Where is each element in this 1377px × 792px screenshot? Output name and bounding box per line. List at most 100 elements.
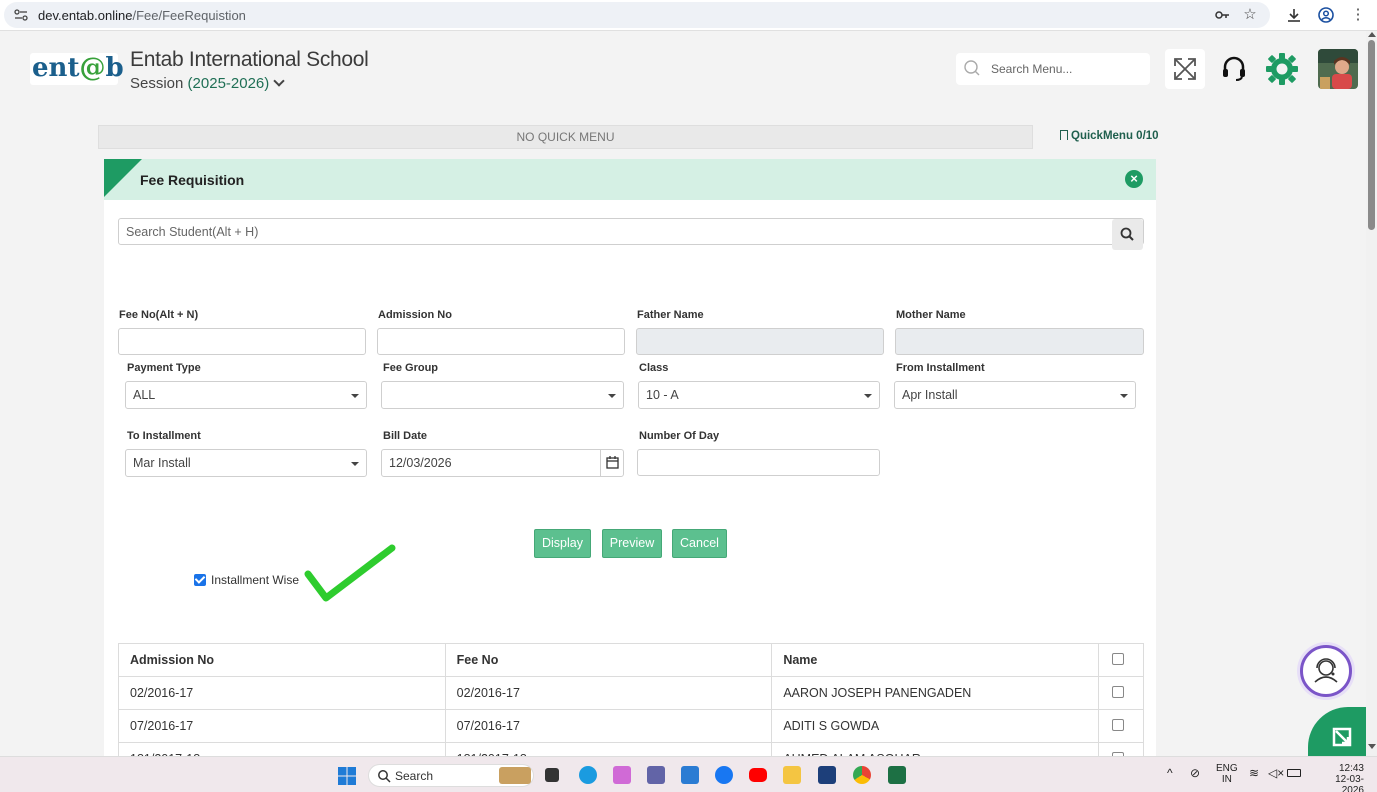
download-icon[interactable] xyxy=(1286,7,1302,23)
profile-icon[interactable] xyxy=(1318,7,1334,23)
session-selector[interactable]: Session (2025-2026) xyxy=(130,75,285,92)
col-name: Name xyxy=(771,643,1099,677)
from-installment-select[interactable]: Apr Install xyxy=(894,381,1136,409)
user-avatar[interactable] xyxy=(1318,49,1358,89)
checkbox-checked-icon xyxy=(194,574,206,586)
search-menu-input[interactable]: Search Menu... xyxy=(956,53,1150,85)
help-assistant-button[interactable] xyxy=(1300,645,1352,697)
settings-button[interactable] xyxy=(1262,49,1302,89)
url-text: dev.entab.online/Fee/FeeRequistion xyxy=(38,8,246,23)
father-name-label: Father Name xyxy=(637,309,704,321)
cell-name: ADITI S GOWDA xyxy=(771,709,1099,743)
scroll-down-arrow[interactable] xyxy=(1368,744,1376,749)
search-icon xyxy=(378,770,391,783)
table-row[interactable]: 07/2016-17 07/2016-17 ADITI S GOWDA xyxy=(118,709,1144,743)
scroll-up-arrow[interactable] xyxy=(1368,32,1376,37)
student-search-input[interactable]: Search Student(Alt + H) xyxy=(118,218,1144,250)
fee-group-select[interactable] xyxy=(381,381,624,409)
payment-type-select[interactable]: ALL xyxy=(125,381,367,409)
search-icon xyxy=(964,60,980,76)
session-year: (2025-2026) xyxy=(187,75,270,92)
logo-text: ent xyxy=(32,53,80,83)
cell-fee-no: 02/2016-17 xyxy=(444,676,773,710)
select-all-checkbox[interactable] xyxy=(1112,652,1124,665)
cell-admission-no: 07/2016-17 xyxy=(118,709,446,743)
app-icon[interactable] xyxy=(818,766,836,784)
bookmark-icon xyxy=(1060,130,1068,140)
number-of-day-label: Number Of Day xyxy=(639,430,720,442)
cell-name: AHMED ALAM ASGHAR xyxy=(771,742,1099,756)
number-of-day-field[interactable] xyxy=(637,449,880,476)
browser-toolbar: dev.entab.online/Fee/FeeRequistion ☆ ⋮ xyxy=(0,0,1377,31)
preview-button[interactable]: Preview xyxy=(602,529,662,558)
browser-menu-icon[interactable]: ⋮ xyxy=(1350,7,1366,23)
task-view-icon[interactable] xyxy=(545,768,559,782)
table-row[interactable]: 02/2016-17 02/2016-17 AARON JOSEPH PANEN… xyxy=(118,676,1144,710)
school-logo[interactable]: ent@b xyxy=(30,53,124,85)
cancel-button[interactable]: Cancel xyxy=(672,529,727,558)
youtube-icon[interactable] xyxy=(749,768,767,782)
bill-date-value: 12/03/2026 xyxy=(389,456,452,470)
app-header: ent@b Entab International School Session… xyxy=(0,31,1366,111)
key-icon[interactable] xyxy=(1214,7,1230,23)
quickmenu-link[interactable]: QuickMenu 0/10 xyxy=(1060,129,1159,142)
table-row[interactable]: 181/2017-18 181/2017-18 AHMED ALAM ASGHA… xyxy=(118,742,1144,756)
excel-icon[interactable] xyxy=(888,766,906,784)
admission-no-field[interactable] xyxy=(377,328,625,355)
headset-icon xyxy=(1223,56,1245,81)
col-admission-no: Admission No xyxy=(118,643,446,677)
edge-icon[interactable] xyxy=(579,766,597,784)
fee-no-field[interactable] xyxy=(118,328,366,355)
scroll-thumb[interactable] xyxy=(1368,40,1375,230)
address-bar[interactable]: dev.entab.online/Fee/FeeRequistion xyxy=(4,2,1270,28)
caret-down-icon xyxy=(864,394,872,398)
row-checkbox[interactable] xyxy=(1112,718,1124,731)
wifi-icon[interactable]: ≋ xyxy=(1249,766,1259,780)
caret-down-icon xyxy=(351,394,359,398)
admission-no-label: Admission No xyxy=(378,309,452,321)
clock[interactable]: 12:43 12-03-2026 xyxy=(1314,763,1364,792)
support-button[interactable] xyxy=(1214,49,1254,89)
language-indicator[interactable]: ENG IN xyxy=(1216,763,1238,785)
school-name: Entab International School xyxy=(130,48,369,71)
site-settings-icon[interactable] xyxy=(14,9,28,21)
student-search-button[interactable] xyxy=(1112,219,1143,250)
tray-expand-icon[interactable]: ^ xyxy=(1167,766,1173,780)
teams-icon[interactable] xyxy=(647,766,665,784)
from-installment-value: Apr Install xyxy=(902,388,958,402)
row-select-cell xyxy=(1098,742,1144,756)
bookmark-star-icon[interactable]: ☆ xyxy=(1242,7,1258,23)
green-checkmark-annotation xyxy=(304,544,396,602)
display-button[interactable]: Display xyxy=(534,529,591,558)
taskbar-search[interactable]: Search xyxy=(368,764,534,787)
cell-admission-no: 02/2016-17 xyxy=(118,676,446,710)
close-button[interactable]: × xyxy=(1125,170,1143,188)
caret-down-icon xyxy=(608,394,616,398)
fee-no-label: Fee No(Alt + N) xyxy=(119,309,199,321)
page-scrollbar[interactable] xyxy=(1366,31,1377,756)
windows-start-icon[interactable] xyxy=(338,767,356,785)
class-select[interactable]: 10 - A xyxy=(638,381,880,409)
copilot-icon[interactable] xyxy=(613,766,631,784)
chrome-icon[interactable] xyxy=(853,766,871,784)
file-explorer-icon[interactable] xyxy=(783,766,801,784)
row-checkbox[interactable] xyxy=(1112,685,1124,698)
class-label: Class xyxy=(639,362,669,374)
volume-mute-icon[interactable]: ◁× xyxy=(1268,766,1284,780)
select-all-cell xyxy=(1098,643,1144,677)
gear-icon xyxy=(1266,53,1298,85)
row-select-cell xyxy=(1098,676,1144,710)
installment-wise-checkbox[interactable]: Installment Wise xyxy=(194,572,299,587)
cell-name: AARON JOSEPH PANENGADEN xyxy=(771,676,1099,710)
outlook-icon[interactable] xyxy=(681,766,699,784)
to-installment-select[interactable]: Mar Install xyxy=(125,449,367,477)
battery-icon[interactable] xyxy=(1287,769,1301,777)
calendar-button[interactable] xyxy=(600,450,623,476)
fullscreen-button[interactable] xyxy=(1165,49,1205,89)
network-off-icon[interactable]: ⊘ xyxy=(1190,766,1200,780)
quick-action-button[interactable] xyxy=(1308,707,1366,756)
facebook-icon[interactable] xyxy=(715,766,733,784)
bill-date-field[interactable]: 12/03/2026 xyxy=(381,449,624,477)
to-installment-label: To Installment xyxy=(127,430,201,442)
avatar-image xyxy=(1318,49,1358,89)
